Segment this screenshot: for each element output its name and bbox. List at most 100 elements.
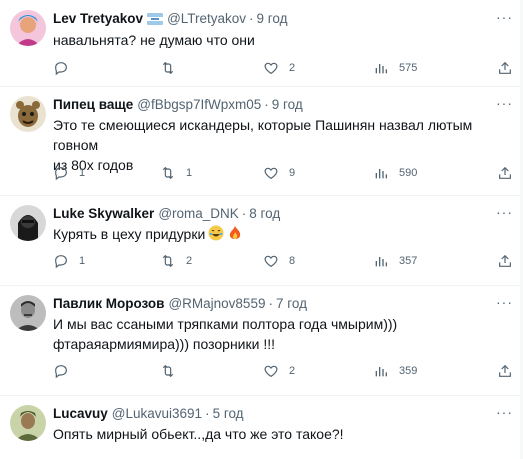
timestamp[interactable]: 9 год: [257, 11, 288, 26]
tweet-text-line: Это те смеющиеся искандеры, которые Паши…: [53, 117, 473, 153]
views-button[interactable]: 357: [373, 253, 417, 269]
share-button[interactable]: [497, 60, 513, 76]
tweet-text: Курять в цеху придурки: [53, 224, 515, 246]
retweet-icon: [162, 364, 174, 378]
separator-dot: ·: [241, 206, 247, 221]
tweet-text: Опять мирный обьект..,да что же это тако…: [53, 424, 515, 444]
tweet-actions: 2 575: [53, 60, 513, 80]
tweet[interactable]: Luke Skywalker @roma_DNK · 8 год ··· Кур…: [0, 196, 523, 286]
laughing-face-emoji-icon: [208, 225, 224, 246]
tweet-text-line: навальнята? не думаю что они: [53, 32, 255, 48]
like-count: 8: [289, 255, 296, 267]
share-button[interactable]: [497, 363, 513, 379]
user-handle[interactable]: @Lukavui3691: [112, 406, 202, 421]
tweet-actions: 1 1 9 590: [53, 165, 513, 185]
display-name[interactable]: Павлик Морозов: [53, 296, 164, 311]
tweet-text-line: Курять в цеху придурки: [53, 226, 206, 242]
reply-button[interactable]: 1: [53, 165, 85, 181]
retweet-count: 1: [186, 167, 193, 179]
separator-dot: ·: [264, 97, 269, 112]
like-count: 2: [289, 365, 296, 377]
like-count: 9: [289, 167, 296, 179]
share-button[interactable]: [497, 165, 513, 181]
retweet-icon: [162, 166, 174, 180]
user-handle[interactable]: @LTretyakov: [167, 11, 246, 26]
user-handle[interactable]: @fBbgsp7IfWpxm05: [137, 97, 261, 112]
tweet[interactable]: Павлик Морозов @RMajnov8559 · 7 год ··· …: [0, 286, 523, 396]
reply-count: 1: [79, 255, 86, 267]
views-bar-chart-icon: [375, 367, 387, 377]
share-icon: [499, 364, 511, 377]
retweet-button[interactable]: 2: [160, 253, 192, 269]
views-count: 590: [399, 167, 418, 179]
retweet-icon: [162, 61, 174, 75]
avatar[interactable]: [10, 205, 46, 241]
share-icon: [499, 61, 511, 74]
like-button[interactable]: 8: [263, 253, 295, 269]
like-button[interactable]: 9: [263, 165, 295, 181]
share-icon: [499, 254, 511, 267]
like-count: 2: [289, 62, 296, 74]
heart-icon: [264, 365, 278, 378]
tweet-text: И мы вас ссаными тряпками полтора года ч…: [53, 314, 515, 354]
more-options-icon[interactable]: ···: [496, 404, 513, 420]
tweet-actions: 2 359: [53, 363, 513, 383]
tweet[interactable]: Lucavuy @Lukavui3691 · 5 год ··· Опять м…: [0, 396, 523, 459]
avatar[interactable]: [10, 295, 46, 331]
display-name[interactable]: Lucavuy: [53, 406, 108, 421]
views-button[interactable]: 359: [373, 363, 417, 379]
reply-icon: [55, 365, 67, 379]
separator-dot: ·: [268, 296, 273, 311]
heart-icon: [264, 255, 278, 268]
tweet-text-line: фтараяармиямира))) позорники !!!: [53, 336, 275, 352]
user-handle[interactable]: @roma_DNK: [158, 206, 238, 221]
more-options-icon[interactable]: ···: [496, 9, 513, 25]
flag-badge-icon: [147, 12, 164, 25]
timestamp[interactable]: 7 год: [276, 296, 307, 311]
tweet[interactable]: Lev Tretyakov @LTretyakov · 9 год ··· на…: [0, 0, 523, 87]
retweet-button[interactable]: [160, 60, 186, 76]
share-button[interactable]: [497, 253, 513, 269]
views-bar-chart-icon: [375, 169, 387, 179]
share-icon: [499, 166, 511, 179]
reply-button[interactable]: [53, 363, 79, 379]
display-name[interactable]: Luke Skywalker: [53, 206, 154, 221]
like-button[interactable]: 2: [263, 363, 295, 379]
avatar[interactable]: [10, 96, 46, 132]
views-bar-chart-icon: [375, 64, 387, 74]
tweet[interactable]: Пипец ваще @fBbgsp7IfWpxm05 · 9 год ··· …: [0, 87, 523, 196]
replies-feed: Lev Tretyakov @LTretyakov · 9 год ··· на…: [0, 0, 523, 459]
views-count: 357: [399, 255, 418, 267]
like-button[interactable]: 2: [263, 60, 295, 76]
heart-icon: [264, 62, 278, 75]
fire-emoji-icon: [227, 225, 243, 246]
more-options-icon[interactable]: ···: [496, 294, 513, 310]
user-handle[interactable]: @RMajnov8559: [168, 296, 265, 311]
views-button[interactable]: 575: [373, 60, 417, 76]
reply-button[interactable]: [53, 60, 79, 76]
timestamp[interactable]: 5 год: [213, 406, 244, 421]
reply-button[interactable]: 1: [53, 253, 85, 269]
reply-icon: [55, 62, 67, 76]
more-options-icon[interactable]: ···: [496, 204, 513, 220]
separator-dot: ·: [205, 406, 210, 421]
timestamp[interactable]: 9 год: [272, 97, 303, 112]
reply-icon: [55, 255, 67, 269]
display-name[interactable]: Lev Tretyakov: [53, 11, 143, 26]
tweet-actions: 1 2 8 357: [53, 253, 513, 273]
retweet-icon: [162, 254, 174, 268]
display-name[interactable]: Пипец ваще: [53, 97, 133, 112]
views-button[interactable]: 590: [373, 165, 417, 181]
timestamp[interactable]: 8 год: [249, 206, 280, 221]
more-options-icon[interactable]: ···: [496, 95, 513, 111]
views-bar-chart-icon: [375, 257, 387, 267]
tweet-text: навальнята? не думаю что они: [53, 30, 515, 50]
avatar[interactable]: [10, 405, 46, 441]
reply-count: 1: [79, 167, 86, 179]
retweet-button[interactable]: 1: [160, 165, 192, 181]
retweet-count: 2: [186, 255, 193, 267]
retweet-button[interactable]: [160, 363, 186, 379]
views-count: 359: [399, 365, 418, 377]
avatar[interactable]: [10, 10, 46, 46]
views-count: 575: [399, 62, 418, 74]
